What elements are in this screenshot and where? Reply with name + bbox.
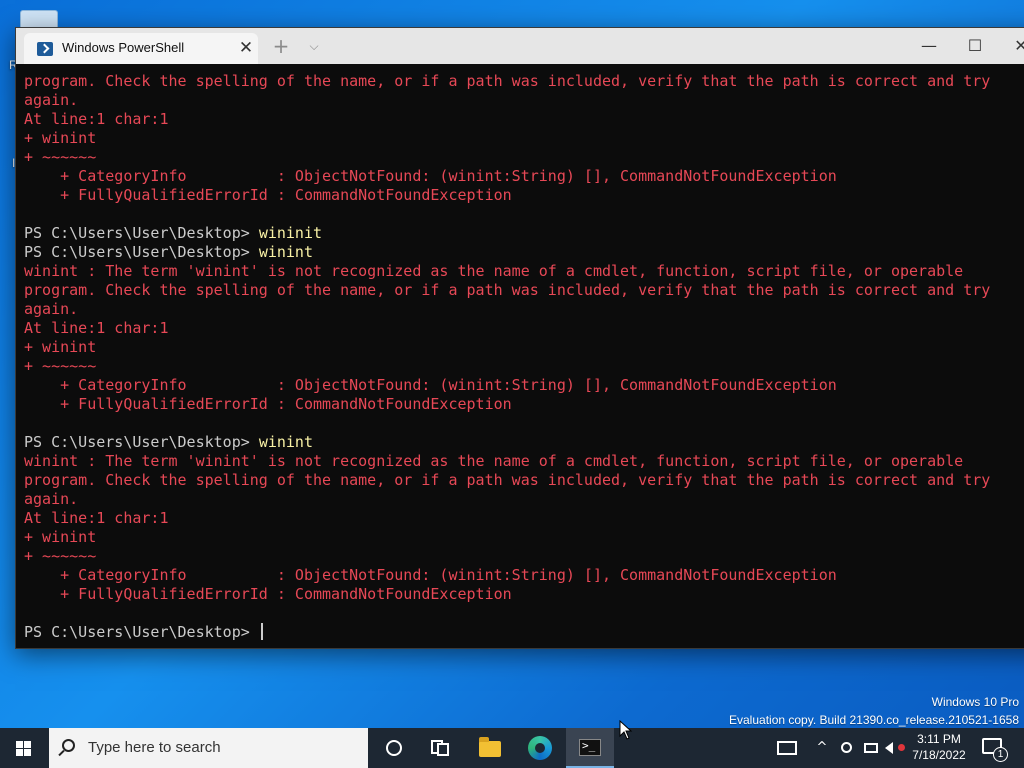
- terminal-window[interactable]: Windows PowerShell ✕ + ⌵ — ☐ ✕ program. …: [15, 27, 1024, 649]
- build-watermark: Evaluation copy. Build 21390.co_release.…: [729, 713, 1019, 727]
- error-line: again.: [24, 490, 1024, 509]
- volume-muted-icon[interactable]: [884, 728, 906, 768]
- taskbar: Type here to search ^ 3:11 PM 7/18/2022 …: [0, 728, 1024, 768]
- windows-edition-watermark: Windows 10 Pro: [931, 695, 1019, 709]
- new-tab-button[interactable]: +: [266, 28, 296, 64]
- line-text: + winint: [24, 129, 97, 147]
- error-line: At line:1 char:1: [24, 509, 1024, 528]
- error-line: + ~~~~~~: [24, 148, 1024, 167]
- console-output[interactable]: program. Check the spelling of the name,…: [24, 72, 1024, 648]
- network-icon[interactable]: [860, 728, 882, 768]
- clock-date: 7/18/2022: [912, 748, 966, 762]
- tab-title: Windows PowerShell: [62, 40, 185, 55]
- line-text: + FullyQualifiedErrorId : CommandNotFoun…: [24, 395, 512, 413]
- line-text: + winint: [24, 338, 97, 356]
- line-text: + CategoryInfo : ObjectNotFound: (winint…: [24, 566, 837, 584]
- cortana-icon[interactable]: [370, 728, 418, 768]
- error-line: again.: [24, 91, 1024, 110]
- clock[interactable]: 3:11 PM 7/18/2022: [908, 731, 970, 763]
- line-text: + CategoryInfo : ObjectNotFound: (winint…: [24, 167, 837, 185]
- prompt-text: PS C:\Users\User\Desktop>: [24, 224, 259, 242]
- error-line: + winint: [24, 528, 1024, 547]
- tab-dropdown-icon[interactable]: ⌵: [301, 28, 327, 64]
- line-text: again.: [24, 91, 79, 109]
- error-line: + FullyQualifiedErrorId : CommandNotFoun…: [24, 585, 1024, 604]
- clock-time: 3:11 PM: [917, 732, 961, 746]
- tab-windows-powershell[interactable]: Windows PowerShell ✕: [24, 33, 258, 64]
- meet-now-icon[interactable]: [836, 728, 856, 768]
- error-line: + CategoryInfo : ObjectNotFound: (winint…: [24, 566, 1024, 585]
- error-line: At line:1 char:1: [24, 110, 1024, 129]
- error-line: At line:1 char:1: [24, 319, 1024, 338]
- line-text: + ~~~~~~: [24, 547, 97, 565]
- command-text: winint: [258, 433, 313, 451]
- edge-icon[interactable]: [516, 728, 564, 768]
- start-button[interactable]: [0, 728, 48, 768]
- show-hidden-icons-button[interactable]: ^: [812, 728, 832, 768]
- prompt-line: PS C:\Users\User\Desktop>: [24, 623, 1024, 642]
- maximize-button[interactable]: ☐: [958, 28, 992, 64]
- windows-terminal-icon[interactable]: [566, 728, 614, 768]
- search-placeholder: Type here to search: [88, 739, 221, 756]
- error-line: + FullyQualifiedErrorId : CommandNotFoun…: [24, 395, 1024, 414]
- prompt-text: PS C:\Users\User\Desktop>: [24, 433, 259, 451]
- news-widget-icon[interactable]: [772, 728, 802, 768]
- line-text: At line:1 char:1: [24, 509, 169, 527]
- line-text: At line:1 char:1: [24, 319, 169, 337]
- command-text: wininit: [258, 224, 323, 242]
- error-line: + FullyQualifiedErrorId : CommandNotFoun…: [24, 186, 1024, 205]
- tab-close-icon[interactable]: ✕: [234, 36, 258, 60]
- line-text: + ~~~~~~: [24, 357, 97, 375]
- error-line: winint : The term 'winint' is not recogn…: [24, 452, 1024, 471]
- error-line: + CategoryInfo : ObjectNotFound: (winint…: [24, 167, 1024, 186]
- title-bar[interactable]: Windows PowerShell ✕ + ⌵ — ☐ ✕: [16, 28, 1024, 64]
- search-box[interactable]: Type here to search: [49, 728, 368, 768]
- error-line: + ~~~~~~: [24, 547, 1024, 566]
- line-text: winint : The term 'winint' is not recogn…: [24, 452, 964, 470]
- error-line: program. Check the spelling of the name,…: [24, 72, 1024, 91]
- line-text: winint : The term 'winint' is not recogn…: [24, 262, 964, 280]
- line-text: again.: [24, 490, 79, 508]
- line-text: + FullyQualifiedErrorId : CommandNotFoun…: [24, 186, 512, 204]
- prompt-text: PS C:\Users\User\Desktop>: [24, 243, 259, 261]
- line-text: + ~~~~~~: [24, 148, 97, 166]
- prompt-text: PS C:\Users\User\Desktop>: [24, 623, 259, 641]
- error-line: program. Check the spelling of the name,…: [24, 471, 1024, 490]
- search-icon: [62, 739, 75, 752]
- prompt-line: PS C:\Users\User\Desktop> wininit: [24, 224, 1024, 243]
- error-line: + winint: [24, 338, 1024, 357]
- line-text: + CategoryInfo : ObjectNotFound: (winint…: [24, 376, 837, 394]
- prompt-line: PS C:\Users\User\Desktop> winint: [24, 433, 1024, 452]
- notification-count-badge: 1: [993, 747, 1008, 762]
- minimize-button[interactable]: —: [912, 28, 946, 64]
- command-text: winint: [258, 243, 313, 261]
- prompt-line: PS C:\Users\User\Desktop> winint: [24, 243, 1024, 262]
- error-line: winint : The term 'winint' is not recogn…: [24, 262, 1024, 281]
- line-text: program. Check the spelling of the name,…: [24, 72, 991, 90]
- close-button[interactable]: ✕: [1004, 28, 1024, 64]
- line-text: program. Check the spelling of the name,…: [24, 281, 991, 299]
- error-line: again.: [24, 300, 1024, 319]
- powershell-icon: [37, 42, 53, 56]
- file-explorer-icon[interactable]: [466, 728, 514, 768]
- windows-logo-icon: [16, 741, 23, 748]
- error-line: + CategoryInfo : ObjectNotFound: (winint…: [24, 376, 1024, 395]
- line-text: again.: [24, 300, 79, 318]
- line-text: + FullyQualifiedErrorId : CommandNotFoun…: [24, 585, 512, 603]
- error-line: + winint: [24, 129, 1024, 148]
- mouse-pointer-icon: [619, 720, 633, 740]
- text-cursor: [260, 623, 263, 640]
- task-view-icon[interactable]: [416, 728, 464, 768]
- line-text: + winint: [24, 528, 97, 546]
- error-line: program. Check the spelling of the name,…: [24, 281, 1024, 300]
- line-text: program. Check the spelling of the name,…: [24, 471, 991, 489]
- error-line: + ~~~~~~: [24, 357, 1024, 376]
- line-text: At line:1 char:1: [24, 110, 169, 128]
